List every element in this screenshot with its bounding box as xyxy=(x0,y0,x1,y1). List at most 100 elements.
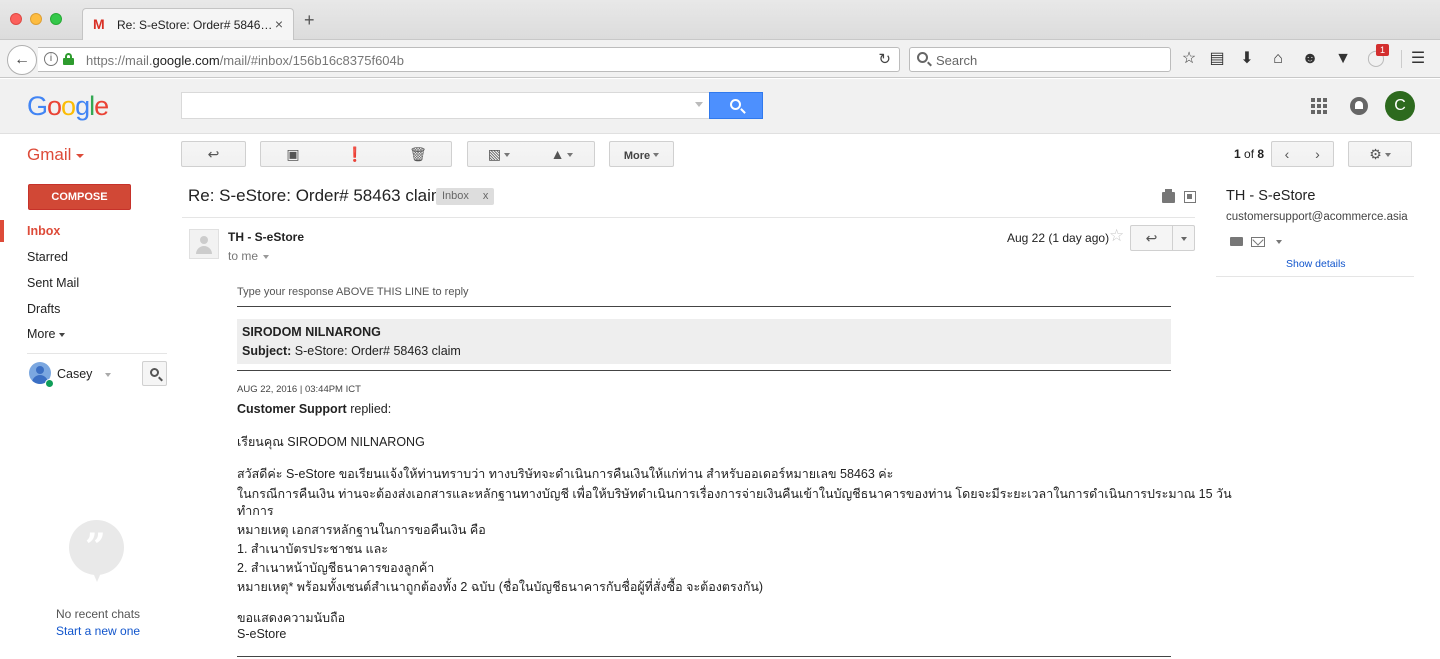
spam-icon: ❗ xyxy=(346,146,364,162)
remove-label-icon[interactable]: x xyxy=(483,190,489,202)
hangouts-user-name[interactable]: Casey xyxy=(57,367,92,381)
nav-item-sent-mail[interactable]: Sent Mail xyxy=(27,276,79,290)
older-button[interactable]: › xyxy=(1302,141,1334,167)
body-line: ในกรณีการคืนเงิน ท่านจะต้องส่งเอกสารและห… xyxy=(237,487,1232,501)
labels-button[interactable]: ▲ xyxy=(530,141,595,167)
body-line: หมายเหตุ* พร้อมทั้งเซนต์สำเนาถูกต้องทั้ง… xyxy=(237,580,764,594)
back-arrow-icon: ↩ xyxy=(207,146,220,162)
browser-tab[interactable]: M Re: S-eStore: Order# 5846… × xyxy=(82,8,294,41)
sender-avatar xyxy=(189,229,219,259)
info-icon[interactable]: i xyxy=(44,52,58,66)
report-spam-button[interactable]: ❗ xyxy=(325,141,386,167)
nav-item-drafts[interactable]: Drafts xyxy=(27,302,60,316)
gear-icon: ⚙ xyxy=(1369,146,1382,162)
reading-list-icon[interactable]: ▤ xyxy=(1207,49,1227,69)
body-line: 1. สำเนาบัตรประชาชน และ xyxy=(237,542,388,556)
nav-item-more[interactable]: More xyxy=(27,327,65,341)
no-recent-chats-text: No recent chats xyxy=(56,607,141,621)
browser-tab-bar: M Re: S-eStore: Order# 5846… × + xyxy=(0,0,1440,41)
print-icon[interactable] xyxy=(1162,189,1175,203)
mail-search-input[interactable] xyxy=(181,92,710,119)
notifications-bell-icon[interactable] xyxy=(1350,97,1368,115)
tab-title: Re: S-eStore: Order# 5846… xyxy=(117,18,273,32)
url-text[interactable]: https://mail.google.com/mail/#inbox/156b… xyxy=(86,53,404,68)
greeting-text: เรียนคุณ SIRODOM NILNARONG xyxy=(237,435,425,449)
emoji-icon[interactable]: ☻ xyxy=(1300,49,1320,69)
reply-icon: ↩ xyxy=(1145,230,1158,246)
home-icon[interactable]: ⌂ xyxy=(1268,49,1288,69)
notification-badge: 1 xyxy=(1376,44,1390,56)
lock-icon xyxy=(63,53,74,65)
search-button[interactable] xyxy=(709,92,763,119)
body-line: สวัสดีค่ะ S-eStore ขอเรียนแจ้งให้ท่านทรา… xyxy=(237,467,894,481)
body-line: หมายเหตุ เอกสารหลักฐานในการขอคืนเงิน คือ xyxy=(237,523,486,537)
chevron-down-icon[interactable] xyxy=(1276,240,1282,244)
body-line: ทำการ xyxy=(237,504,274,518)
online-status-icon xyxy=(45,379,54,388)
message-date: Aug 22 (1 day ago) xyxy=(1007,231,1110,245)
start-new-chat-link[interactable]: Start a new one xyxy=(56,624,140,638)
closing-text: ขอแสดงความนับถือ xyxy=(237,611,346,625)
compose-button[interactable]: COMPOSE xyxy=(28,184,131,210)
account-avatar[interactable]: C xyxy=(1385,91,1415,121)
active-nav-indicator xyxy=(0,220,4,242)
browser-search-input[interactable]: Search xyxy=(909,47,1171,72)
nav-divider xyxy=(27,353,167,354)
gmail-menu[interactable]: Gmail xyxy=(27,145,85,165)
download-icon[interactable]: ⬇ xyxy=(1237,49,1257,69)
move-to-button[interactable]: ▧ xyxy=(467,141,531,167)
more-actions-button[interactable]: More xyxy=(609,141,674,167)
minimize-window-button[interactable] xyxy=(30,13,42,25)
nav-item-starred[interactable]: Starred xyxy=(27,250,68,264)
new-tab-button[interactable]: + xyxy=(304,11,315,29)
close-window-button[interactable] xyxy=(10,13,22,25)
body-divider xyxy=(237,306,1171,307)
search-icon xyxy=(917,52,928,63)
reply-datetime: AUG 22, 2016 | 03:44PM ICT xyxy=(237,384,361,395)
body-line: 2. สำเนาหน้าบัญชีธนาคารของลูกค้า xyxy=(237,561,435,575)
sender-name[interactable]: TH - S-eStore xyxy=(228,230,304,244)
delete-button[interactable]: 🗑 xyxy=(385,141,452,167)
newer-button[interactable]: ‹ xyxy=(1271,141,1303,167)
chat-icon[interactable] xyxy=(1230,237,1243,246)
google-logo[interactable]: Google xyxy=(27,91,109,122)
recipient-details[interactable]: to me xyxy=(228,249,270,263)
signature-text: S-eStore xyxy=(237,627,287,641)
archive-button[interactable]: ▣ xyxy=(260,141,326,167)
star-icon[interactable]: ☆ xyxy=(1109,226,1124,246)
pocket-icon[interactable]: ▼ xyxy=(1333,49,1353,69)
reload-icon[interactable]: ↻ xyxy=(878,50,891,68)
reply-more-button[interactable] xyxy=(1172,225,1195,251)
search-placeholder: Search xyxy=(936,53,978,68)
search-options-icon[interactable] xyxy=(695,102,703,107)
new-window-icon[interactable] xyxy=(1184,191,1196,203)
google-header: Google C xyxy=(0,79,1440,134)
nav-item-inbox[interactable]: Inbox xyxy=(27,224,60,238)
url-bar[interactable]: i https://mail.google.com/mail/#inbox/15… xyxy=(38,47,900,72)
toolbar-divider xyxy=(1401,50,1402,68)
bookmark-star-icon[interactable]: ☆ xyxy=(1179,49,1199,69)
archive-icon: ▣ xyxy=(286,146,300,162)
replied-by: Customer Support replied: xyxy=(237,402,392,416)
people-search-button[interactable] xyxy=(142,361,167,386)
body-divider xyxy=(237,656,1171,657)
back-to-inbox-button[interactable]: ↩ xyxy=(181,141,246,167)
hangouts-quote-icon: ” xyxy=(69,520,124,582)
search-icon xyxy=(730,99,741,110)
folder-icon: ▧ xyxy=(487,146,502,162)
pager-text: 1 of 8 xyxy=(1234,147,1265,161)
reply-button[interactable]: ↩ xyxy=(1130,225,1173,251)
show-details-link[interactable]: Show details xyxy=(1286,258,1346,270)
chevron-down-icon xyxy=(263,254,270,259)
contact-name: TH - S-eStore xyxy=(1226,188,1316,204)
settings-button[interactable]: ⚙ xyxy=(1348,141,1412,167)
menu-icon[interactable]: ☰ xyxy=(1408,49,1428,69)
zoom-window-button[interactable] xyxy=(50,13,62,25)
tab-close-icon[interactable]: × xyxy=(275,16,283,32)
chevron-down-icon xyxy=(58,332,65,337)
back-button[interactable]: ← xyxy=(7,45,37,75)
apps-grid-icon[interactable] xyxy=(1311,98,1327,114)
body-divider xyxy=(237,370,1171,371)
mail-icon[interactable] xyxy=(1251,237,1265,247)
chevron-down-icon[interactable] xyxy=(105,373,111,377)
